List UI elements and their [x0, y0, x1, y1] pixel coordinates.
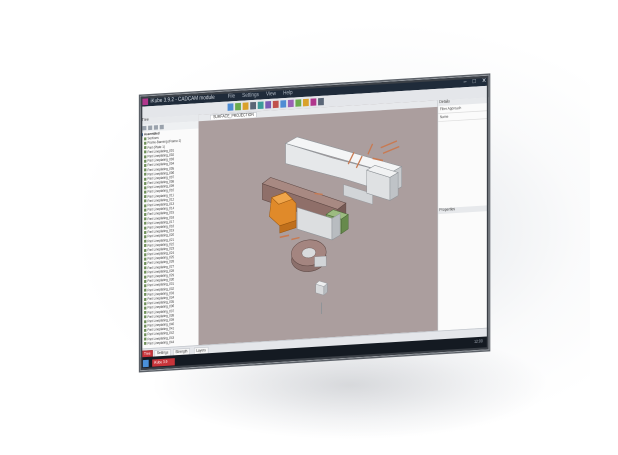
part-icon: [144, 213, 147, 217]
window-controls: – □ ✕: [459, 77, 487, 87]
part-icon: [144, 159, 147, 163]
part-icon: [144, 230, 147, 234]
tray-clock: 12:00: [474, 339, 483, 345]
model-canvas[interactable]: [199, 107, 438, 345]
settings-icon[interactable]: [318, 97, 324, 106]
part-icon: [144, 190, 147, 194]
color-icon[interactable]: [310, 98, 317, 106]
rotate-icon[interactable]: [257, 101, 264, 110]
part-icon: [144, 195, 147, 199]
scene: iKube 3.9.2 - CADCAM module File Setting…: [0, 0, 618, 455]
app-logo-icon: [142, 97, 149, 106]
small-cube-part[interactable]: [315, 280, 328, 296]
part-icon: [144, 137, 147, 141]
part-icon: [144, 164, 147, 168]
explode-icon[interactable]: [295, 99, 302, 107]
part-icon: [144, 257, 147, 261]
part-icon: [144, 244, 147, 248]
part-icon: [144, 208, 147, 212]
menu-help[interactable]: Help: [283, 89, 293, 96]
part-icon: [144, 168, 147, 172]
part-icon: [144, 270, 147, 274]
part-icon: [144, 279, 147, 283]
part-icon: [144, 311, 147, 315]
part-icon: [144, 328, 147, 332]
part-icon: [144, 155, 147, 159]
3d-viewport[interactable]: SURFACE_PROJECTION: [198, 100, 438, 346]
part-icon: [144, 181, 147, 185]
part-icon: [144, 306, 147, 310]
part-icon: [144, 217, 147, 221]
pan-icon[interactable]: [272, 100, 279, 109]
expand-icon[interactable]: [142, 125, 147, 131]
part-icon: [144, 141, 147, 145]
part-icon: [144, 221, 147, 225]
part-icon: [144, 288, 147, 292]
name-row[interactable]: Name: [438, 110, 490, 122]
part-icon: [144, 293, 147, 297]
part-icon: [144, 302, 147, 306]
save-icon[interactable]: [235, 102, 241, 111]
model-tree: Assembled Sections Frame-Banning (Frame-1…: [140, 128, 199, 346]
refresh-icon[interactable]: [159, 124, 164, 130]
close-button[interactable]: ✕: [482, 77, 486, 84]
part-icon: [144, 177, 147, 181]
filter-icon[interactable]: [153, 125, 158, 130]
part-icon: [144, 324, 147, 328]
part-icon: [144, 186, 147, 190]
part-icon: [144, 248, 147, 252]
part-icon: [144, 275, 147, 279]
maximize-button[interactable]: □: [473, 77, 476, 84]
part-icon: [144, 297, 147, 301]
undo-icon[interactable]: [242, 102, 249, 110]
menu-view[interactable]: View: [266, 90, 276, 97]
start-icon[interactable]: [142, 359, 149, 368]
part-icon: [144, 150, 147, 154]
part-icon: [144, 319, 147, 323]
monitor-screen: iKube 3.9.2 - CADCAM module File Setting…: [140, 74, 490, 372]
tree-panel: Tree Assembled Sections Frame-Banning (Fr…: [140, 114, 200, 349]
minimize-button[interactable]: –: [464, 78, 467, 85]
measure-icon[interactable]: [280, 100, 287, 108]
section-icon[interactable]: [287, 99, 294, 108]
round-die-part[interactable]: [291, 239, 327, 273]
collapse-icon[interactable]: [148, 125, 153, 131]
part-icon: [144, 172, 147, 176]
taskbar-app[interactable]: iKube 3.9: [152, 358, 175, 367]
part-icon: [144, 239, 147, 243]
menu-settings[interactable]: Settings: [242, 91, 259, 98]
part-icon: [144, 342, 147, 346]
part-icon: [144, 226, 147, 230]
part-icon: [144, 284, 147, 288]
redo-icon[interactable]: [250, 101, 256, 110]
part-icon: [144, 315, 147, 319]
part-icon: [144, 266, 147, 270]
part-icon: [144, 262, 147, 266]
part-icon: [144, 333, 147, 337]
part-icon: [144, 204, 147, 208]
open-icon[interactable]: [227, 103, 234, 111]
part-icon: [144, 199, 147, 203]
part-icon: [144, 146, 147, 150]
part-icon: [144, 253, 147, 257]
part-icon: [144, 337, 147, 341]
details-panel: Details Filter Approach Name Properties: [437, 97, 490, 331]
render-icon[interactable]: [302, 98, 309, 107]
menu-file[interactable]: File: [228, 92, 235, 99]
properties-header: Properties: [438, 205, 490, 215]
zoom-icon[interactable]: [265, 101, 272, 109]
part-icon: [144, 235, 147, 239]
tree-item-label: Part Lineplating_044: [147, 340, 175, 346]
assembly-icon: [140, 133, 143, 137]
